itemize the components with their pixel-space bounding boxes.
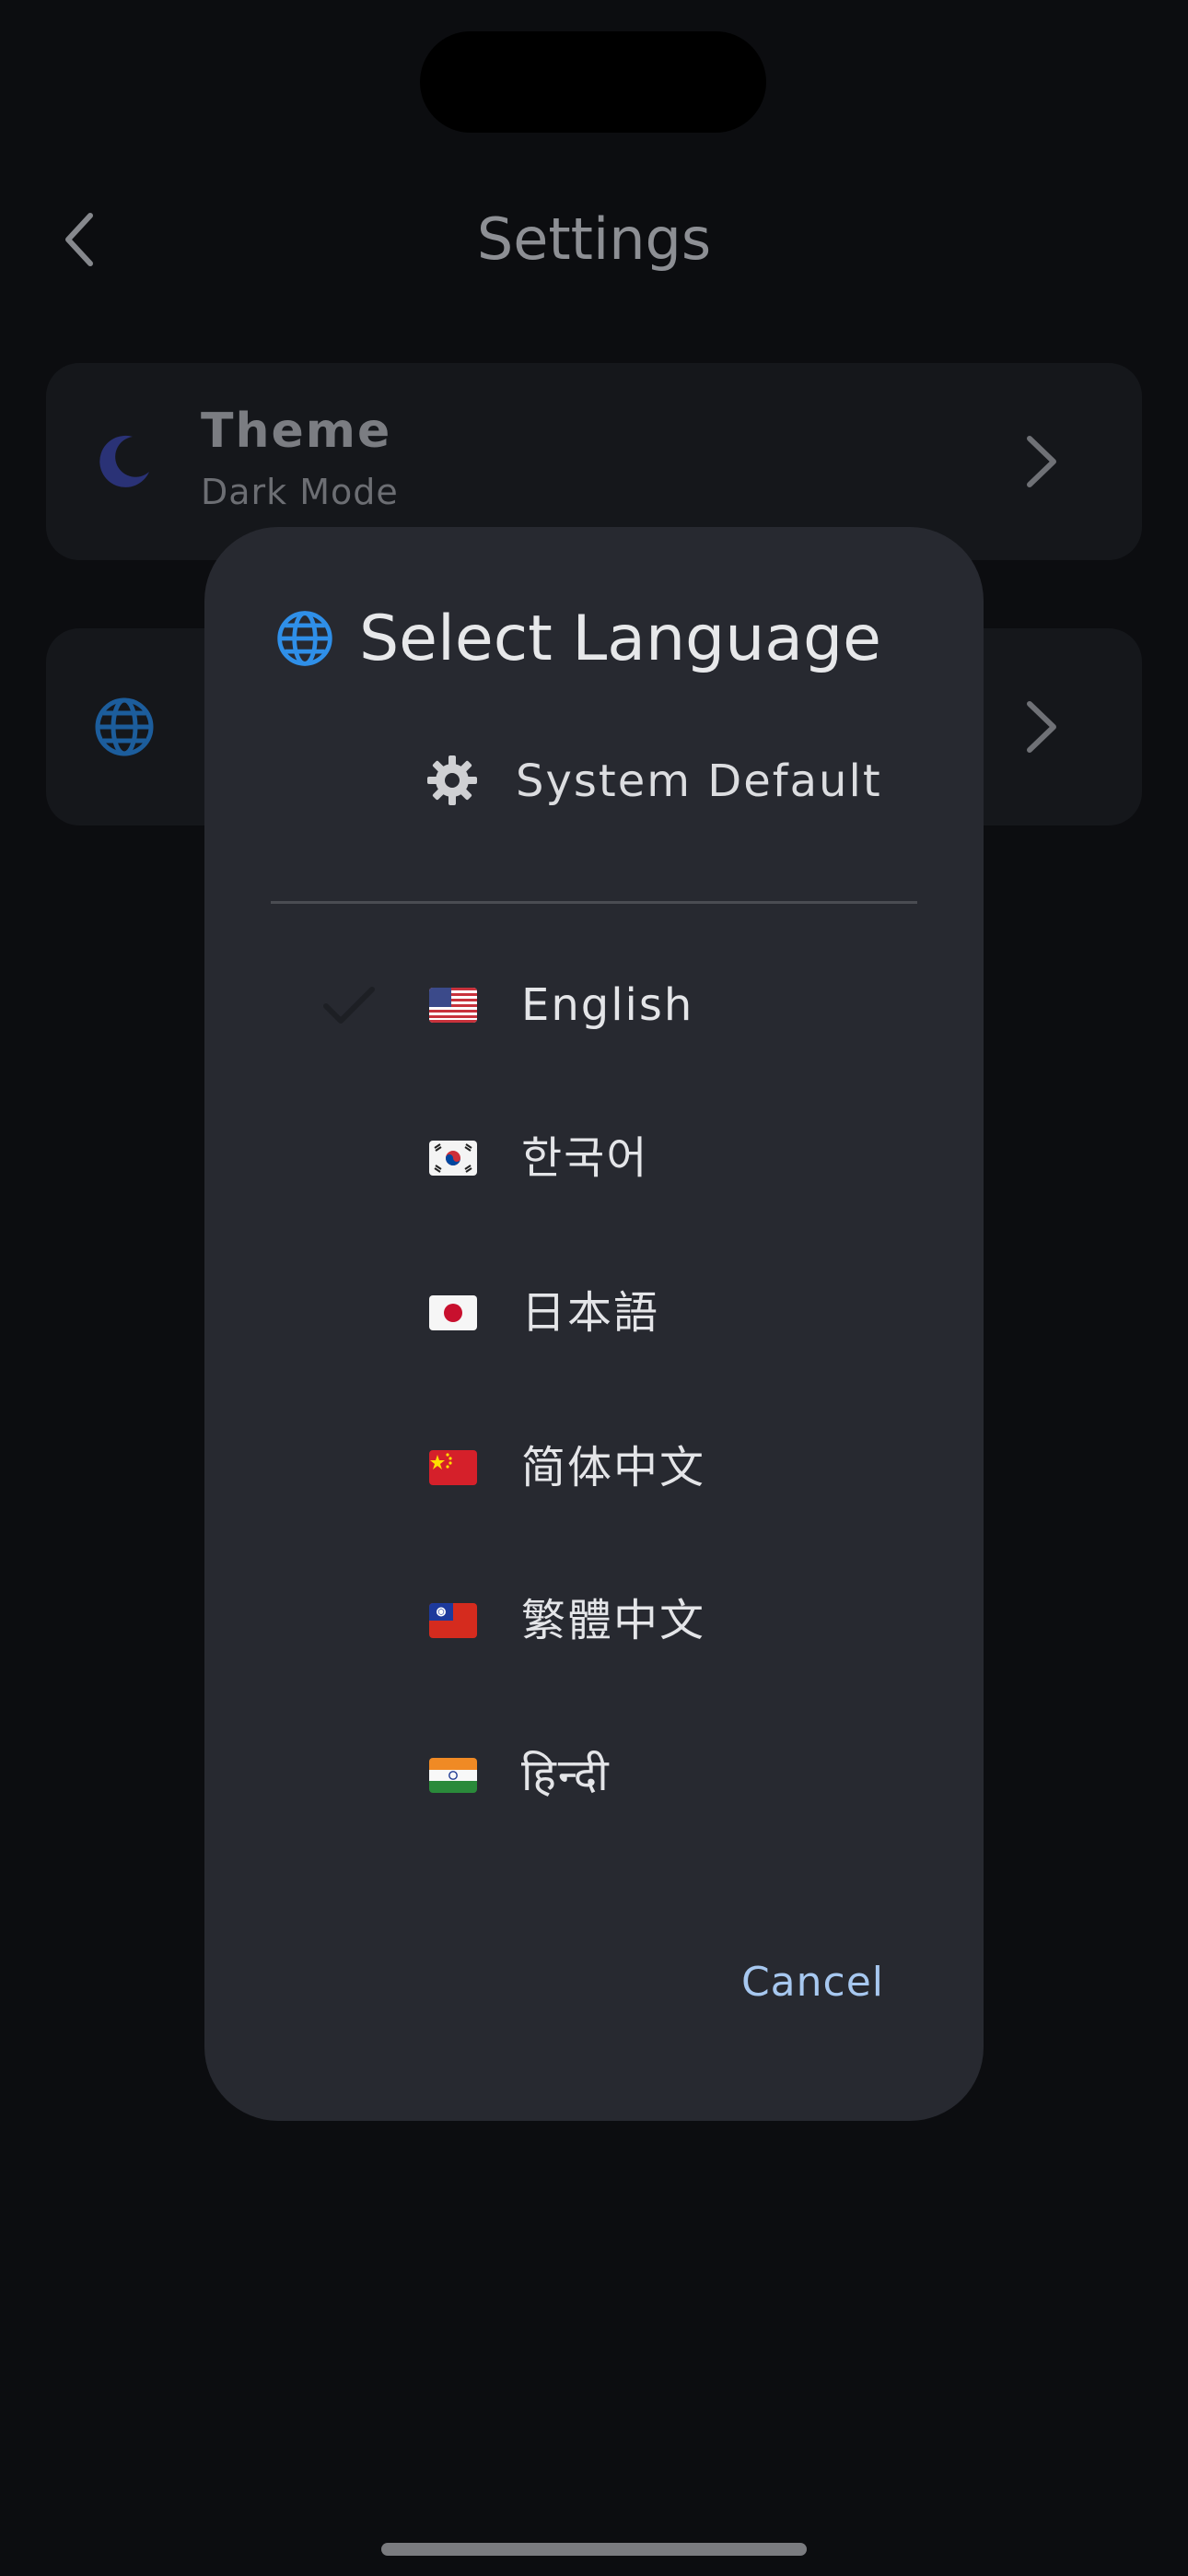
- language-label: 日本語: [521, 1287, 660, 1339]
- language-label: 简体中文: [521, 1442, 706, 1493]
- language-label: हिन्दी: [521, 1750, 611, 1801]
- settings-header: Settings: [0, 184, 1188, 295]
- home-indicator[interactable]: [381, 2543, 807, 2556]
- system-default-label: System Default: [516, 755, 882, 807]
- page-title: Settings: [476, 205, 712, 273]
- language-option-japanese[interactable]: 日本語: [204, 1249, 984, 1378]
- language-option-simplified-chinese[interactable]: 简体中文: [204, 1404, 984, 1533]
- globe-icon: [277, 611, 332, 666]
- language-dialog: Select Language System Default English 한…: [204, 527, 984, 2121]
- checkmark-icon: [323, 987, 375, 1024]
- language-option-traditional-chinese[interactable]: 繁體中文: [204, 1557, 984, 1686]
- dialog-title: Select Language: [359, 603, 881, 675]
- divider: [271, 901, 917, 904]
- language-label: English: [521, 979, 694, 1031]
- language-option-english[interactable]: English: [204, 942, 984, 1071]
- language-label: 繁體中文: [521, 1595, 706, 1646]
- theme-subtitle: Dark Mode: [201, 472, 399, 512]
- tw-flag-icon: [429, 1603, 477, 1638]
- dynamic-island: [420, 31, 766, 133]
- cn-flag-icon: [429, 1450, 477, 1485]
- cancel-button[interactable]: Cancel: [741, 1957, 884, 2008]
- theme-title: Theme: [201, 404, 392, 459]
- moon-icon: [99, 435, 149, 487]
- chevron-right-icon: [1027, 701, 1056, 753]
- kr-flag-icon: [429, 1141, 477, 1176]
- screen: Settings Theme Dark Mode Select Language…: [0, 0, 1188, 2576]
- jp-flag-icon: [429, 1295, 477, 1330]
- system-default-option[interactable]: System Default: [204, 720, 984, 840]
- gear-icon: [427, 755, 477, 805]
- language-option-korean[interactable]: 한국어: [204, 1095, 984, 1224]
- in-flag-icon: [429, 1758, 477, 1793]
- language-option-hindi[interactable]: हिन्दी: [204, 1712, 984, 1841]
- language-label: 한국어: [521, 1132, 649, 1184]
- chevron-right-icon: [1027, 436, 1056, 487]
- globe-icon: [95, 697, 154, 756]
- us-flag-icon: [429, 988, 477, 1023]
